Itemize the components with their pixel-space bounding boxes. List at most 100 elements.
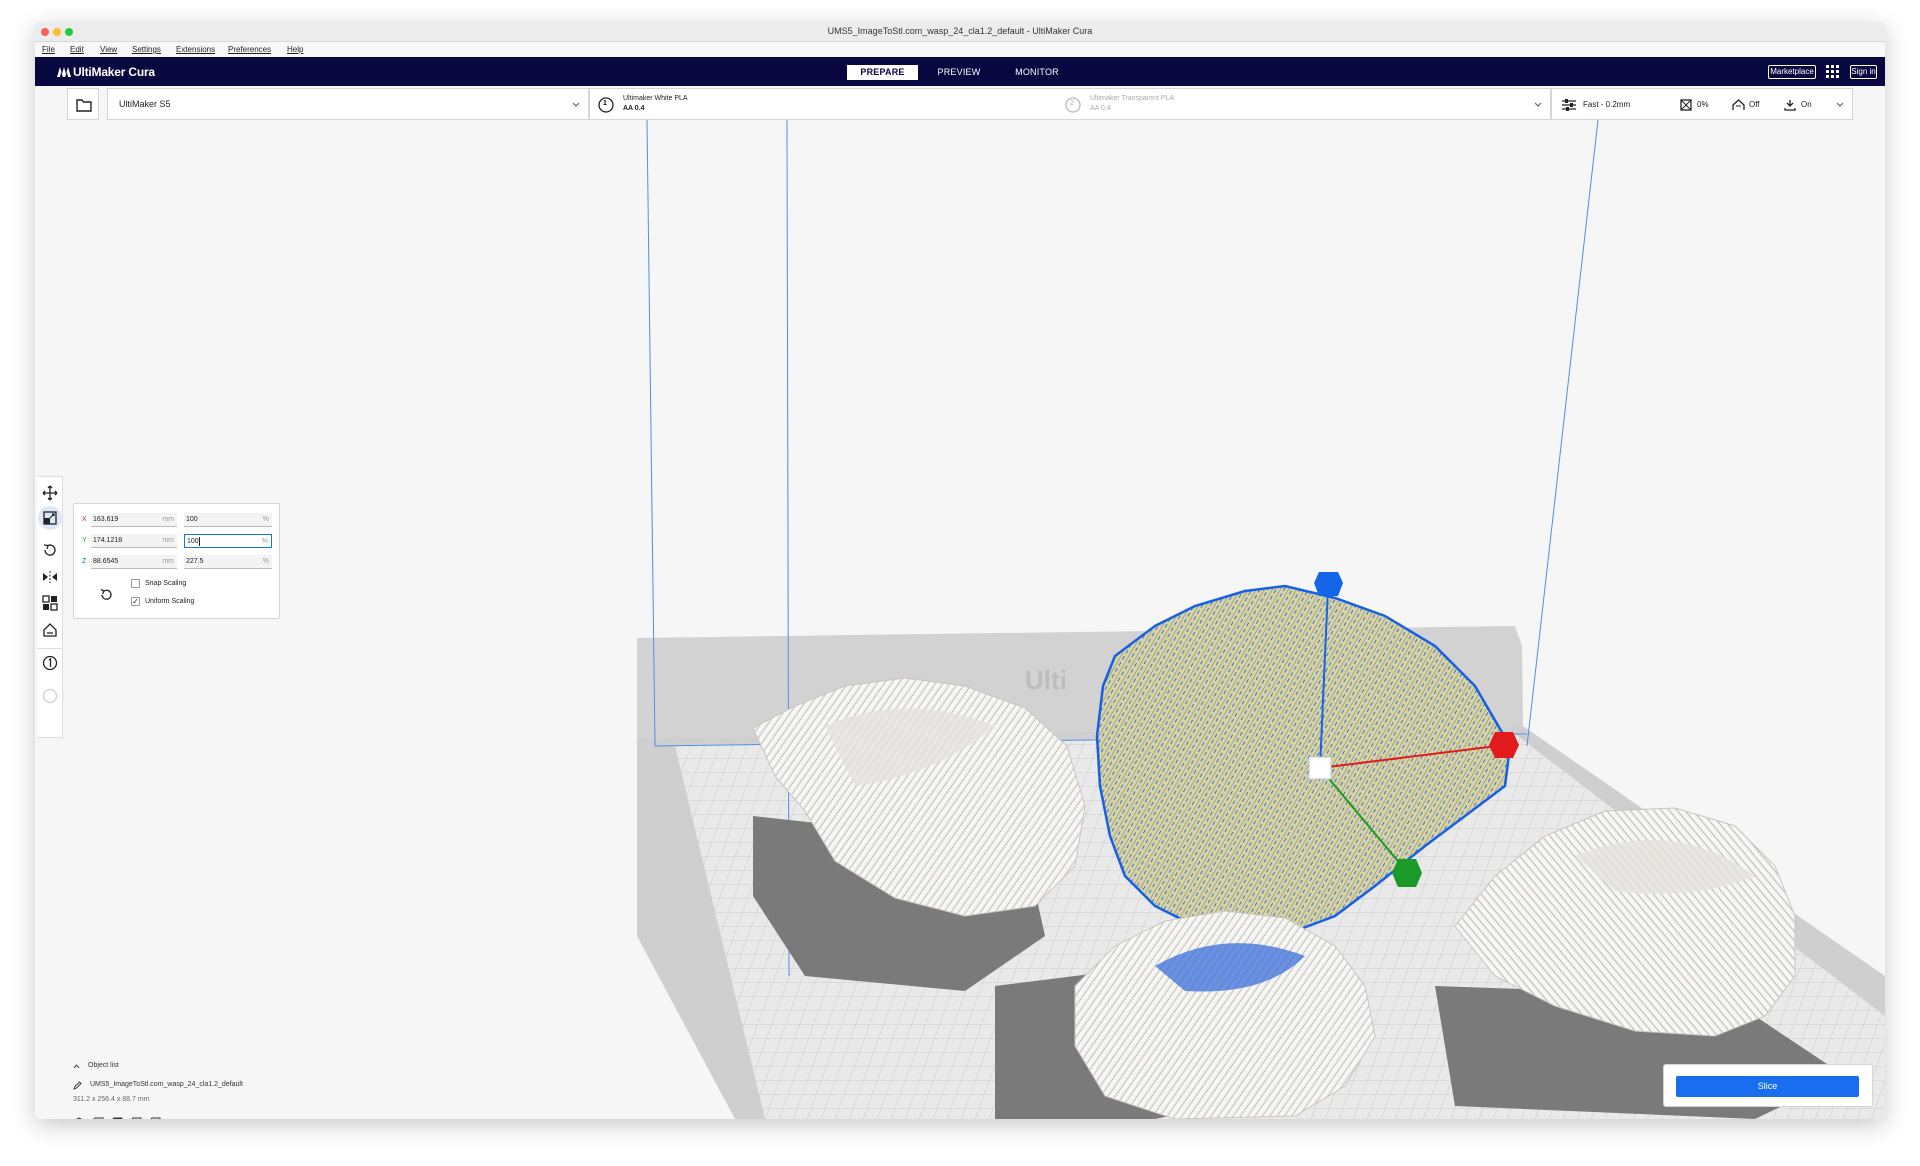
- scale-tool-icon[interactable]: [42, 510, 58, 526]
- y-mm-input[interactable]: 174.1218 mm: [91, 534, 177, 548]
- extruder-2-tool-icon[interactable]: [42, 688, 58, 704]
- support-icon: [1732, 99, 1745, 110]
- z-percent-input[interactable]: 227.5%: [184, 555, 272, 569]
- apps-grid-icon[interactable]: [1826, 65, 1839, 78]
- sign-in-button[interactable]: Sign in: [1850, 65, 1877, 79]
- menu-preferences[interactable]: Preferences: [228, 45, 271, 54]
- snap-scaling-checkbox[interactable]: [131, 579, 140, 588]
- unit-label: mm: [162, 516, 174, 523]
- move-tool-icon[interactable]: [42, 485, 58, 501]
- uniform-scaling-checkbox[interactable]: ✓: [131, 597, 140, 606]
- infill-value: 0%: [1697, 100, 1709, 109]
- folder-icon: [76, 99, 92, 112]
- marketplace-button[interactable]: Marketplace: [1768, 65, 1816, 79]
- print-setup-toolbar: UltiMaker S5 1 Ultimaker White PLA AA 0.…: [67, 88, 1853, 120]
- scale-handle-y[interactable]: [1392, 859, 1422, 887]
- open-file-button[interactable]: [67, 88, 99, 120]
- view-orientation-buttons: [73, 1117, 161, 1119]
- scale-row-x: X 163.619 mm 100%: [82, 513, 277, 527]
- chevron-down-icon: [1836, 102, 1844, 107]
- axis-x-label: X: [82, 516, 87, 523]
- y-percent-value: 100: [187, 538, 199, 545]
- y-percent-input[interactable]: 100%: [184, 534, 272, 548]
- chevron-up-icon: [73, 1064, 80, 1069]
- scale-panel: X 163.619 mm 100% Y 174.1218 mm 100% Z 88.…: [73, 503, 280, 619]
- extruder-1-number: 1: [603, 100, 607, 107]
- menu-edit[interactable]: Edit: [70, 45, 84, 54]
- app-logo-text: UltiMaker Cura: [73, 65, 155, 79]
- z-mm-input[interactable]: 88.6545 mm: [91, 555, 177, 569]
- object-list-item[interactable]: UMS5_ImageToStl.com_wasp_24_cla1.2_defau…: [73, 1081, 243, 1095]
- object-dimensions: 311.2 x 256.4 x 88.7 mm: [73, 1096, 150, 1103]
- app-header: UltiMaker Cura PREPARE PREVIEW MONITOR M…: [35, 57, 1885, 86]
- object-list-header[interactable]: Object list: [73, 1062, 150, 1074]
- print-settings-selector[interactable]: Fast - 0.2mm 0% Off On: [1551, 88, 1853, 120]
- scale-handle-x[interactable]: [1489, 732, 1519, 758]
- window-title: UMS5_ImageToStl.com_wasp_24_cla1.2_defau…: [827, 26, 1093, 36]
- slice-button[interactable]: Slice: [1676, 1076, 1859, 1097]
- view-top-icon[interactable]: [111, 1117, 123, 1119]
- unit-label: %: [262, 516, 269, 523]
- text-cursor: [198, 536, 200, 546]
- menu-view[interactable]: View: [100, 45, 117, 54]
- adhesion-value: On: [1801, 100, 1812, 109]
- menu-bar: File Edit View Settings Extensions Prefe…: [35, 42, 1885, 57]
- per-model-settings-icon[interactable]: [42, 595, 58, 611]
- scene-canvas: Ulti: [637, 119, 1885, 1119]
- scale-row-z: Z 88.6545 mm 227.5%: [82, 555, 277, 569]
- object-list: Object list UMS5_ImageToStl.com_wasp_24_…: [73, 1062, 243, 1119]
- support-value: Off: [1749, 100, 1760, 109]
- tab-prepare[interactable]: PREPARE: [847, 65, 918, 80]
- extruder-2-material: Ultimaker Transparent PLA: [1090, 95, 1175, 102]
- object-name: UMS5_ImageToStl.com_wasp_24_cla1.2_defau…: [90, 1081, 243, 1088]
- extruder-2-core: AA 0.4: [1090, 105, 1111, 112]
- mirror-tool-icon[interactable]: [42, 569, 58, 585]
- slice-panel: Slice: [1663, 1064, 1873, 1107]
- z-mm-value: 88.6545: [93, 558, 119, 565]
- menu-extensions[interactable]: Extensions: [176, 45, 215, 54]
- cura-window: UMS5_ImageToStl.com_wasp_24_cla1.2_defau…: [35, 22, 1885, 1119]
- scale-handle-z[interactable]: [1314, 572, 1343, 596]
- axis-z-label: Z: [82, 558, 87, 565]
- extruder-1-tool-icon[interactable]: [42, 655, 58, 671]
- view-front-icon[interactable]: [92, 1117, 104, 1119]
- axis-y-label: Y: [82, 537, 87, 544]
- snap-scaling-label: Snap Scaling: [145, 580, 187, 587]
- title-bar: UMS5_ImageToStl.com_wasp_24_cla1.2_defau…: [35, 22, 1885, 42]
- bed-brand-text: Ulti: [1025, 665, 1067, 695]
- x-percent-value: 100: [186, 516, 198, 523]
- unit-label: mm: [162, 558, 174, 565]
- z-percent-value: 227.5: [186, 558, 204, 565]
- adhesion-icon: [1784, 100, 1796, 111]
- rotate-tool-icon[interactable]: [42, 542, 58, 558]
- scale-row-y: Y 174.1218 mm 100%: [82, 534, 277, 548]
- tool-divider: [37, 648, 63, 649]
- ultimaker-logo-icon: [57, 67, 71, 77]
- pencil-icon: [73, 1081, 82, 1090]
- view-3d-icon[interactable]: [73, 1117, 85, 1119]
- menu-file[interactable]: File: [42, 45, 55, 54]
- menu-settings[interactable]: Settings: [132, 45, 161, 54]
- tab-monitor[interactable]: MONITOR: [1005, 65, 1069, 80]
- reset-scale-icon[interactable]: [99, 588, 113, 602]
- scale-handle-center[interactable]: [1308, 756, 1332, 780]
- tool-strip: [37, 476, 63, 738]
- x-mm-value: 163.619: [93, 516, 119, 523]
- printer-selector[interactable]: UltiMaker S5: [107, 88, 589, 120]
- material-selector[interactable]: 1 Ultimaker White PLA AA 0.4 2 Ultimaker…: [589, 88, 1551, 120]
- support-blocker-icon[interactable]: [42, 622, 58, 638]
- 3d-viewport[interactable]: Ulti: [35, 86, 1885, 1119]
- object-list-title: Object list: [88, 1062, 119, 1069]
- uniform-scaling-label: Uniform Scaling: [145, 598, 195, 605]
- extruder-2-number: 2: [1070, 100, 1074, 107]
- menu-help[interactable]: Help: [287, 45, 303, 54]
- extruder-1-material: Ultimaker White PLA: [623, 95, 688, 102]
- tab-preview[interactable]: PREVIEW: [929, 65, 989, 80]
- extruder-1-core: AA 0.4: [623, 105, 645, 112]
- view-left-icon[interactable]: [130, 1117, 142, 1119]
- x-percent-input[interactable]: 100%: [184, 513, 272, 527]
- x-mm-input[interactable]: 163.619 mm: [91, 513, 177, 527]
- chevron-down-icon: [572, 102, 580, 107]
- view-right-icon[interactable]: [149, 1117, 161, 1119]
- app-logo: UltiMaker Cura: [57, 65, 155, 79]
